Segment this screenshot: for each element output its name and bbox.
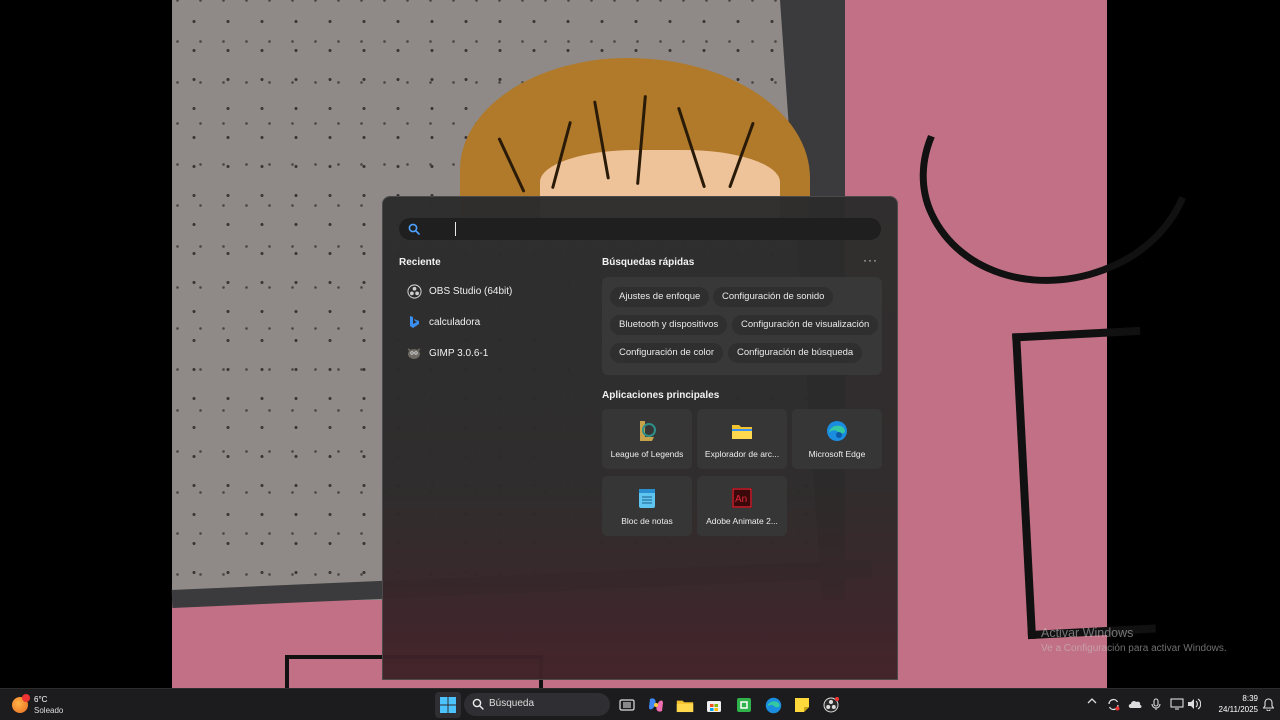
onedrive-icon[interactable] [1128,699,1142,712]
quick-searches-panel: Ajustes de enfoque Configuración de soni… [602,277,882,375]
folder-icon [676,700,694,712]
more-options-button[interactable]: ··· [863,254,878,266]
obs-icon [406,283,422,299]
search-input[interactable] [459,220,859,238]
volume-icon[interactable] [1187,698,1202,713]
quick-search-chip[interactable]: Configuración de visualización [732,315,879,335]
sync-status-icon[interactable] [1107,698,1120,714]
quick-searches-heading: Búsquedas rápidas [602,257,695,268]
app-tile-file-explorer[interactable]: Explorador de arc... [697,409,787,469]
edge-icon [765,697,781,713]
app-tile-label: Bloc de notas [621,516,673,526]
show-hidden-icons-button[interactable] [1087,696,1097,709]
task-view-button[interactable] [614,692,640,718]
adobe-animate-icon: An [731,487,753,509]
clock-date: 24/11/2025 [1218,705,1258,714]
sticky-notes-icon [795,698,809,712]
wallpaper-outline-box [1012,326,1156,640]
clock-time: 8:39 [1242,694,1258,703]
app-tile-label: League of Legends [610,449,684,459]
taskbar-search[interactable]: Búsqueda [464,693,610,716]
taskbar-app-copilot[interactable] [643,692,669,718]
app-tile-notepad[interactable]: Bloc de notas [602,476,692,536]
app-tile-league-of-legends[interactable]: League of Legends [602,409,692,469]
quick-search-chip[interactable]: Bluetooth y dispositivos [610,315,728,335]
taskbar-search-label: Búsqueda [489,698,535,709]
quick-search-chip[interactable]: Ajustes de enfoque [610,287,710,307]
activate-windows-subtitle: Ve a Configuración para activar Windows. [1041,643,1227,654]
weather-temperature: 6°C [34,695,48,704]
chevron-up-icon [1087,698,1097,704]
network-icon[interactable] [1170,698,1184,713]
weather-widget[interactable]: 6°C Soleado [12,693,82,717]
notifications-bell-icon[interactable] [1262,698,1275,716]
app-tile-label: Adobe Animate 2... [706,516,778,526]
app-tile-adobe-animate[interactable]: An Adobe Animate 2... [697,476,787,536]
copilot-icon [649,698,663,712]
text-caret [455,222,456,236]
recent-item-label: GIMP 3.0.6-1 [429,347,489,359]
search-icon [472,698,484,710]
quick-search-chip[interactable]: Configuración de color [610,343,724,363]
search-icon [408,223,420,235]
recent-heading: Reciente [399,257,441,268]
start-search-box[interactable] [399,218,881,240]
taskbar-app-edge[interactable] [760,692,786,718]
gimp-icon [406,345,422,361]
clock[interactable]: 8:39 24/11/2025 [1204,693,1258,715]
obs-icon [823,697,839,713]
notification-badge [22,694,30,702]
clip-app-icon [737,698,751,712]
league-of-legends-icon [636,420,658,442]
weather-condition: Soleado [34,706,64,715]
taskbar-app-obs[interactable] [818,692,844,718]
folder-icon [731,420,753,442]
top-apps-heading: Aplicaciones principales [602,390,720,401]
taskbar-app-store[interactable] [701,692,727,718]
start-button[interactable] [435,692,461,718]
bing-icon [406,314,422,330]
recent-item-obs[interactable]: OBS Studio (64bit) [399,278,579,304]
taskbar-app-sticky-notes[interactable] [789,692,815,718]
store-icon [707,701,721,712]
taskbar-app-file-explorer[interactable] [672,692,698,718]
task-view-icon [619,699,635,711]
start-menu: Reciente OBS Studio (64bit) calculadora … [382,196,898,680]
app-tile-label: Microsoft Edge [808,449,866,459]
windows-icon [440,697,456,713]
quick-search-chip[interactable]: Configuración de sonido [713,287,834,307]
taskbar: 6°C Soleado Búsqueda 8:39 24/11/2025 [0,688,1280,720]
app-tile-microsoft-edge[interactable]: Microsoft Edge [792,409,882,469]
notepad-icon [636,487,658,509]
microphone-icon[interactable] [1151,698,1161,714]
activate-windows-title: Activar Windows [1041,626,1134,640]
recent-item-label: OBS Studio (64bit) [429,285,513,297]
app-tile-label: Explorador de arc... [704,449,780,459]
svg-text:An: An [735,494,747,505]
quick-search-chip[interactable]: Configuración de búsqueda [728,343,863,363]
recent-item-calculadora[interactable]: calculadora [399,309,579,335]
recent-item-gimp[interactable]: GIMP 3.0.6-1 [399,340,579,366]
taskbar-app-clip[interactable] [731,692,757,718]
edge-icon [826,420,848,442]
recent-item-label: calculadora [429,316,481,328]
